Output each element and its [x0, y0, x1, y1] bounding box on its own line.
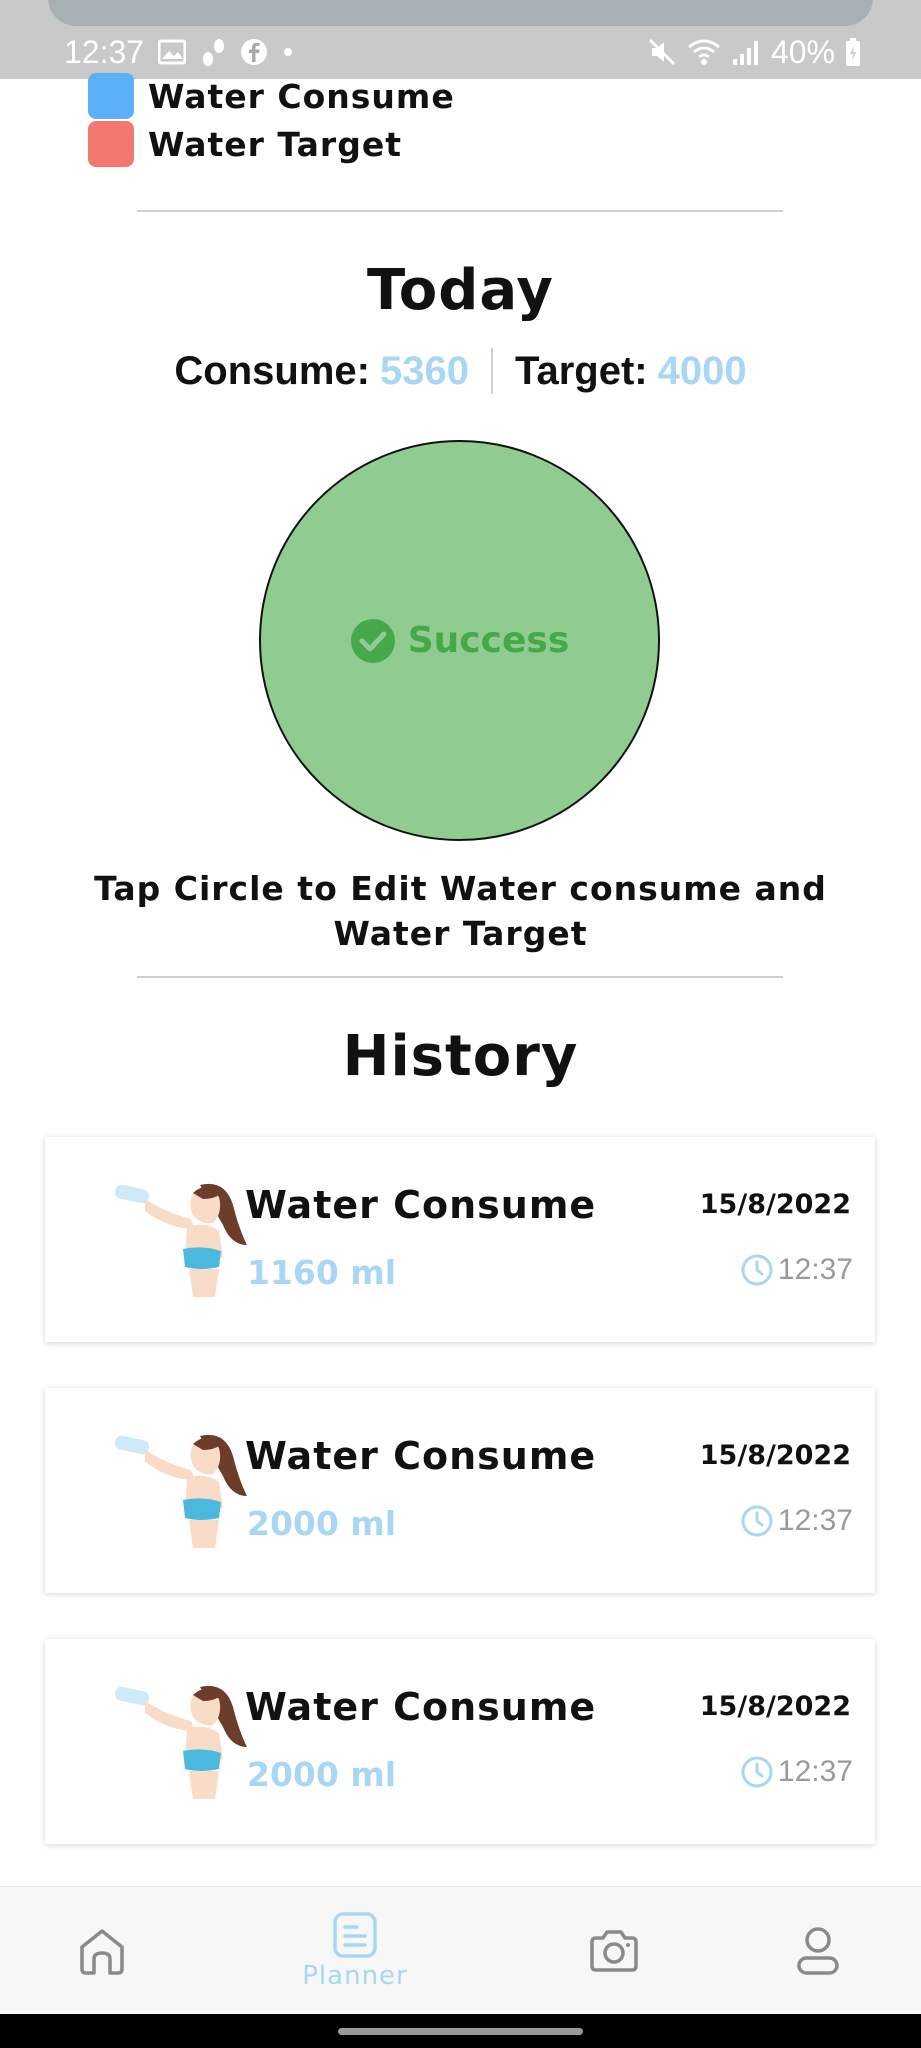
card-amount: 2000 ml — [247, 1504, 397, 1543]
drinking-woman-icon — [105, 1430, 255, 1550]
battery-icon — [845, 37, 861, 67]
card-time-value: 12:37 — [777, 1504, 853, 1537]
consume-value: 5360 — [380, 348, 469, 393]
card-amount: 1160 ml — [247, 1253, 397, 1292]
battery-percent: 40% — [770, 33, 835, 70]
system-gesture-bar — [0, 2014, 921, 2048]
notification-pill — [48, 0, 873, 26]
nav-camera[interactable] — [574, 1887, 654, 2015]
target-value: 4000 — [657, 348, 747, 393]
card-amount: 2000 ml — [247, 1755, 397, 1794]
card-date: 15/8/2022 — [699, 1440, 851, 1471]
status-time: 12:37 — [64, 33, 145, 70]
nav-home[interactable] — [62, 1887, 142, 2015]
check-circle-icon — [350, 618, 396, 664]
home-icon — [76, 1925, 128, 1977]
consume-label: Consume: — [174, 348, 370, 393]
clock-icon — [740, 1755, 774, 1789]
history-card[interactable]: Water Consume 2000 ml 15/8/2022 12:37 — [45, 1639, 875, 1844]
today-title: Today — [367, 258, 554, 323]
drinking-woman-icon — [105, 1179, 255, 1299]
card-time: 12:37 — [740, 1755, 853, 1789]
target-label: Target: — [514, 348, 648, 393]
legend-swatch-target — [88, 121, 134, 167]
card-time-value: 12:37 — [777, 1253, 853, 1286]
dot-icon — [282, 46, 294, 58]
water-progress-circle[interactable]: Success — [259, 440, 660, 841]
camera-icon — [588, 1928, 640, 1974]
divider — [137, 210, 783, 212]
mute-icon — [647, 37, 677, 67]
status-bar: 12:37 40% — [0, 0, 921, 79]
chart-legend: Water Consume Water Target — [88, 72, 455, 168]
card-time: 12:37 — [740, 1504, 853, 1538]
legend-item-water-consume: Water Consume — [88, 72, 455, 120]
card-time: 12:37 — [740, 1253, 853, 1287]
clock-icon — [740, 1253, 774, 1287]
nav-planner[interactable]: Planner — [290, 1887, 420, 2015]
card-date: 15/8/2022 — [699, 1189, 851, 1220]
history-card[interactable]: Water Consume 1160 ml 15/8/2022 12:37 — [45, 1137, 875, 1342]
fitness-icon — [200, 37, 226, 67]
card-title: Water Consume — [245, 1685, 597, 1729]
edit-instruction: Tap Circle to Edit Water consume and Wat… — [94, 869, 827, 953]
nav-planner-label: Planner — [302, 1961, 408, 1991]
home-gesture-handle[interactable] — [338, 2028, 583, 2035]
divider — [137, 976, 783, 978]
drinking-woman-icon — [105, 1681, 255, 1801]
wifi-icon — [687, 37, 721, 67]
card-date: 15/8/2022 — [699, 1691, 851, 1722]
legend-item-water-target: Water Target — [88, 120, 455, 168]
legend-label: Water Consume — [148, 76, 455, 116]
planner-icon — [332, 1911, 378, 1959]
success-label: Success — [407, 620, 570, 661]
history-card[interactable]: Water Consume 2000 ml 15/8/2022 12:37 — [45, 1388, 875, 1593]
nav-profile[interactable] — [778, 1887, 858, 2015]
signal-icon — [731, 37, 761, 67]
legend-label: Water Target — [148, 124, 402, 164]
bottom-navigation: Planner — [0, 1886, 921, 2015]
history-title: History — [342, 1024, 579, 1089]
image-icon — [158, 39, 187, 65]
card-title: Water Consume — [245, 1434, 597, 1478]
profile-icon — [795, 1925, 841, 1977]
legend-swatch-consume — [88, 73, 134, 119]
clock-icon — [740, 1504, 774, 1538]
stat-separator — [490, 348, 493, 394]
facebook-icon — [240, 38, 268, 66]
success-status: Success — [350, 618, 570, 664]
card-title: Water Consume — [245, 1183, 597, 1227]
today-stats: Consume: 5360 Target: 4000 — [0, 346, 921, 396]
card-time-value: 12:37 — [777, 1755, 853, 1788]
